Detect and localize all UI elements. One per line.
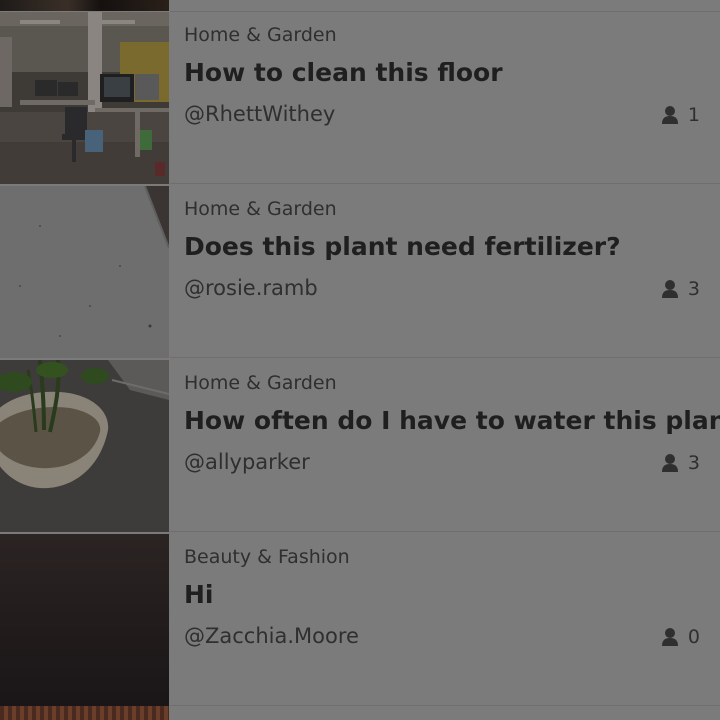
list-item[interactable]: Home & Garden How to clean this floor @R… [0,12,720,184]
answer-count-value: 1 [687,104,700,126]
concrete-floor-image [0,186,169,358]
list-item[interactable]: Home & Garden Does this plant need ferti… [0,186,720,358]
partial-list-item-top[interactable] [0,0,720,12]
answer-count-value: 3 [687,452,700,474]
author-handle[interactable]: @RhettWithey [184,102,335,126]
potted-plant-thumbnail [0,360,169,532]
question-title[interactable]: How to clean this floor [184,58,503,87]
author-handle[interactable]: @allyparker [184,450,310,474]
answer-count: 3 [661,278,700,300]
question-title[interactable]: Does this plant need fertilizer? [184,232,621,261]
office-floor-image [0,12,169,184]
answer-count-value: 0 [687,626,700,648]
partial-thumbnail [0,0,169,11]
potted-plant-image [0,360,169,532]
category-label: Home & Garden [184,372,337,394]
person-icon [661,627,679,647]
question-title[interactable]: How often do I have to water this plant? [184,406,720,435]
dark-wall-image [0,534,169,706]
answer-count: 3 [661,452,700,474]
list-item[interactable]: Home & Garden How often do I have to wat… [0,360,720,532]
person-icon [661,105,679,125]
answer-count: 1 [661,104,700,126]
answer-count-value: 3 [687,278,700,300]
category-label: Home & Garden [184,24,337,46]
concrete-floor-thumbnail [0,186,169,358]
author-handle[interactable]: @rosie.ramb [184,276,318,300]
list-item[interactable]: Beauty & Fashion Hi @Zacchia.Moore 0 [0,534,720,706]
person-icon [661,279,679,299]
question-feed: Home & Garden How to clean this floor @R… [0,0,720,720]
partial-thumbnail [0,706,169,720]
category-label: Home & Garden [184,198,337,220]
partial-list-item-bottom[interactable] [0,706,720,720]
author-handle[interactable]: @Zacchia.Moore [184,624,359,648]
category-label: Beauty & Fashion [184,546,350,568]
question-title[interactable]: Hi [184,580,214,609]
person-icon [661,453,679,473]
answer-count: 0 [661,626,700,648]
office-floor-thumbnail [0,12,169,184]
dark-wall-thumbnail [0,534,169,706]
